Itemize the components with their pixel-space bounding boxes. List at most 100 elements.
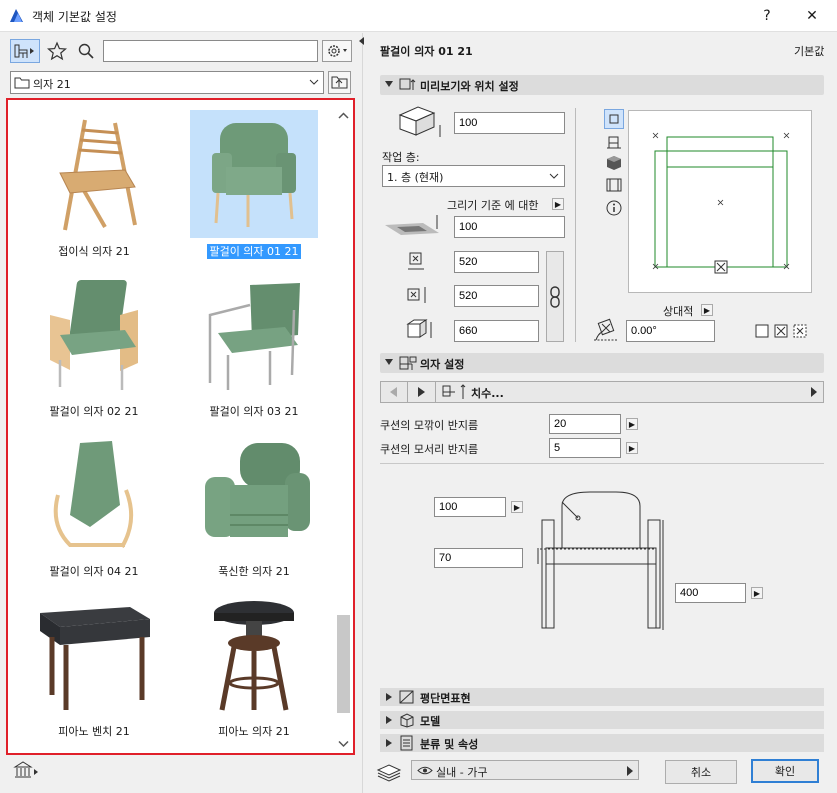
layer-select[interactable]: 실내 - 가구	[411, 760, 639, 780]
top-dimension-menu-button[interactable]: ▶	[511, 501, 523, 513]
close-button[interactable]: ✕	[790, 4, 834, 28]
piano-bench-thumbnail	[40, 607, 150, 710]
folding-chair-thumbnail	[59, 119, 137, 231]
cushion-corner-input[interactable]	[549, 438, 621, 458]
rotation-input[interactable]	[626, 320, 715, 342]
help-button[interactable]: ?	[745, 4, 789, 28]
chevron-down-icon	[549, 173, 559, 179]
library-grid: 접이식 의자 21 팔걸이 의자 01 21 팔걸이 의자 02 21 팔걸이 …	[6, 98, 355, 755]
cushion-edge-menu-button[interactable]: ▶	[626, 418, 638, 430]
preview-section-header[interactable]: 미리보기와 위치 설정	[380, 75, 824, 95]
side-view-icon[interactable]	[606, 134, 622, 150]
chair-section-header[interactable]: 의자 설정	[380, 353, 824, 373]
ok-button[interactable]: 확인	[751, 759, 819, 783]
cancel-button[interactable]: 취소	[665, 760, 737, 784]
relative-to-menu-button[interactable]: ▶	[552, 198, 564, 210]
armchair-01-thumbnail	[212, 123, 296, 227]
page-select[interactable]: 치수...	[437, 382, 823, 402]
classification-section-header[interactable]: 분류 및 속성	[380, 734, 824, 752]
film-strip-icon[interactable]	[606, 177, 622, 193]
top-dimension-input[interactable]	[434, 497, 506, 517]
relative-elevation-input[interactable]	[454, 216, 565, 238]
search-input[interactable]	[103, 40, 318, 62]
height-icon	[406, 319, 432, 338]
document-list-icon	[400, 735, 413, 751]
panel-splitter[interactable]	[362, 33, 368, 793]
relative-surface-label: 상대적	[663, 305, 694, 318]
library-item[interactable]: 팔걸이 의자 03 21	[174, 265, 334, 425]
width-input[interactable]	[454, 251, 539, 273]
empty-box-icon[interactable]	[755, 324, 769, 338]
collapsed-arrow-icon	[386, 693, 392, 701]
chair-params-icon	[399, 356, 417, 370]
star-icon	[47, 41, 67, 61]
library-manager-icon	[13, 761, 38, 778]
library-scroll-thumb[interactable]	[337, 615, 350, 713]
library-item-label: 접이식 의자 21	[58, 245, 130, 258]
cushion-edge-label: 쿠션의 모깎이 반지름	[380, 419, 479, 432]
library-item[interactable]: 팔걸이 의자 04 21	[14, 425, 174, 585]
relative-to-label: 그리기 기준 에 대한	[447, 199, 539, 212]
library-item-label: 팔걸이 의자 03 21	[209, 405, 299, 418]
expanded-arrow-icon	[385, 359, 393, 365]
work-layer-dropdown[interactable]: 1. 층 (현재)	[382, 165, 565, 187]
cushion-corner-label: 쿠션의 모서리 반지름	[380, 443, 479, 456]
library-item[interactable]: 피아노 벤치 21	[14, 585, 174, 745]
favorites-button[interactable]	[44, 39, 70, 63]
folder-dropdown[interactable]: 의자 21	[10, 71, 324, 94]
chevron-down-icon	[309, 79, 319, 85]
prev-page-button[interactable]	[381, 382, 408, 402]
library-item[interactable]: 접이식 의자 21	[14, 105, 174, 265]
search-button[interactable]	[73, 39, 99, 63]
cushion-edge-input[interactable]	[549, 414, 621, 434]
armchair-02-thumbnail	[50, 280, 138, 390]
seat-dimension-input[interactable]	[434, 548, 523, 568]
library-item-selected[interactable]: 팔걸이 의자 01 21	[174, 105, 334, 265]
armchair-04-thumbnail	[53, 441, 134, 549]
collapsed-arrow-icon	[386, 739, 392, 747]
library-item-label: 팔걸이 의자 04 21	[49, 565, 139, 578]
proportion-lock-button[interactable]	[546, 251, 564, 342]
elevation-icon	[398, 106, 441, 137]
settings-button[interactable]	[322, 40, 352, 62]
library-item-label: 푹신한 의자 21	[218, 565, 290, 578]
folder-up-button[interactable]	[328, 71, 351, 94]
dimensions-icon	[442, 384, 466, 399]
library-item[interactable]: 푹신한 의자 21	[174, 425, 334, 585]
divider	[380, 463, 824, 464]
search-icon	[78, 43, 94, 59]
piano-stool-thumbnail	[214, 601, 294, 711]
relative-surface-menu-button[interactable]: ▶	[701, 304, 713, 316]
elevation-input[interactable]	[454, 112, 565, 134]
height-input[interactable]	[454, 320, 539, 342]
folder-label: 의자 21	[33, 78, 71, 91]
collapse-left-icon[interactable]	[359, 37, 365, 45]
folder-up-icon	[331, 76, 348, 89]
library-view-button[interactable]	[10, 39, 40, 63]
library-manager-button[interactable]	[12, 759, 40, 783]
dotted-box-icon[interactable]	[793, 324, 807, 338]
anchor-box-icon[interactable]	[774, 324, 788, 338]
plan-view-button[interactable]	[604, 109, 624, 129]
height-dimension-menu-button[interactable]: ▶	[751, 587, 763, 599]
armchair-03-thumbnail	[208, 283, 300, 390]
expanded-arrow-icon	[385, 81, 393, 87]
library-item[interactable]: 팔걸이 의자 02 21	[14, 265, 174, 425]
cushion-corner-menu-button[interactable]: ▶	[626, 442, 638, 454]
model-section-header[interactable]: 모델	[380, 711, 824, 729]
floor-plan-icon	[399, 690, 414, 704]
next-page-button[interactable]	[409, 382, 436, 402]
info-icon[interactable]	[606, 200, 622, 216]
chain-link-icon	[550, 285, 560, 308]
plan-preview[interactable]	[628, 110, 812, 293]
height-dimension-input[interactable]	[675, 583, 746, 603]
3d-view-icon[interactable]	[606, 155, 622, 171]
library-item[interactable]: 피아노 의자 21	[174, 585, 334, 745]
triangle-left-icon	[390, 387, 397, 397]
floor-plan-section-header[interactable]: 평단면표현	[380, 688, 824, 706]
defaults-label: 기본값	[794, 45, 825, 58]
depth-input[interactable]	[454, 285, 539, 307]
scroll-down-icon	[338, 740, 349, 748]
gear-icon	[328, 45, 347, 57]
object-name: 팔걸이 의자 01 21	[380, 45, 473, 58]
